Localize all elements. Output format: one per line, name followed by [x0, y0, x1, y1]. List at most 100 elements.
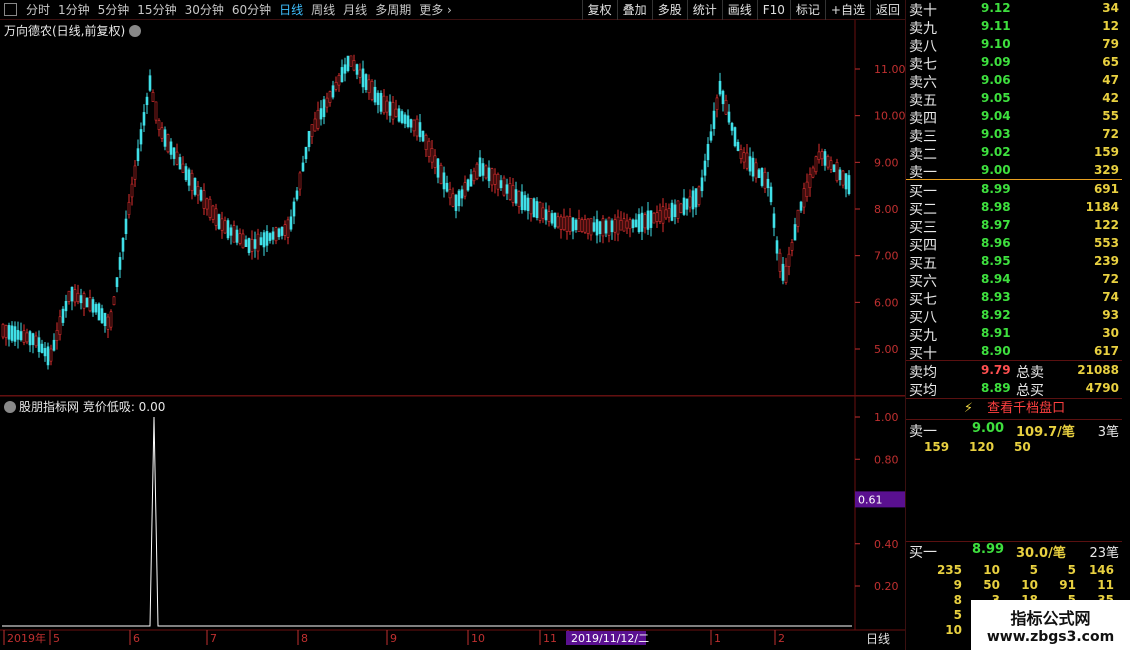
buy-level-row[interactable]: 买九 8.91 30 [906, 325, 1123, 344]
order-size: 8 [953, 593, 962, 607]
candle-body [367, 79, 371, 94]
sell-level-row[interactable]: 卖六 9.06 47 [906, 72, 1123, 91]
candle-body [562, 216, 566, 231]
candle-body [661, 206, 665, 224]
sell-level-row[interactable]: 卖四 9.04 55 [906, 108, 1123, 127]
candle-body [190, 172, 194, 191]
candle-body [454, 194, 458, 211]
candle-body [184, 166, 188, 181]
candle-body [430, 148, 434, 163]
candle-body [172, 147, 176, 159]
candle-body [322, 99, 326, 118]
buy-level-row[interactable]: 买二 8.98 1184 [906, 199, 1123, 218]
candle-body [778, 252, 782, 272]
order-size: 235 [936, 563, 962, 577]
level-label: 买四 [909, 238, 937, 254]
level-label: 买九 [909, 328, 937, 344]
candle-body [757, 169, 761, 178]
x-tick-label: 2 [778, 632, 785, 645]
buy-level-row[interactable]: 买四 8.96 553 [906, 235, 1123, 254]
candle-body [499, 180, 503, 189]
total-value: 21088 [1077, 363, 1119, 377]
x-tick-label: 1 [714, 632, 721, 645]
price-tick-label: 6.00 [874, 296, 899, 309]
candle-body [790, 242, 794, 251]
candle-body [763, 171, 767, 189]
dropdown-icon[interactable] [4, 401, 16, 413]
candle-body [664, 209, 668, 219]
sell-level-row[interactable]: 卖十 9.12 34 [906, 0, 1123, 19]
sell-level-row[interactable]: 卖二 9.02 159 [906, 144, 1123, 163]
buy-level-row[interactable]: 买一 8.99 691 [906, 181, 1123, 200]
candle-body [766, 178, 770, 189]
candle-body [523, 195, 527, 211]
candle-body [841, 170, 845, 186]
level-volume: 30 [1102, 326, 1119, 340]
candle-body [73, 289, 77, 303]
detail-count: 3笔 [1097, 425, 1119, 440]
candle-body [589, 217, 593, 236]
candle-body [625, 220, 629, 229]
level-label: 买二 [909, 202, 937, 218]
candle-body [655, 212, 659, 222]
candle-body [193, 177, 197, 195]
candle-body [106, 316, 110, 330]
x-tick-label: 6 [133, 632, 140, 645]
candle-body [745, 152, 749, 169]
candle-body [340, 67, 344, 83]
candle-body [532, 198, 536, 218]
order-queue-link[interactable]: ⚡ 查看千档盘口 [906, 398, 1123, 420]
candle-body [358, 69, 362, 78]
level-label: 买七 [909, 292, 937, 308]
candle-body [139, 129, 143, 145]
sell-level-row[interactable]: 卖五 9.05 42 [906, 90, 1123, 109]
candle-body [316, 109, 320, 129]
buy-level-row[interactable]: 买六 8.94 72 [906, 271, 1123, 290]
candle-body [493, 173, 497, 185]
candle-body [28, 331, 32, 346]
candle-body [280, 226, 284, 236]
candle-body [544, 209, 548, 221]
buy-level-row[interactable]: 买七 8.93 74 [906, 289, 1123, 308]
buy-level-row[interactable]: 买五 8.95 239 [906, 253, 1123, 272]
candle-body [289, 216, 293, 230]
candle-body [472, 170, 476, 182]
sell-level-row[interactable]: 卖八 9.10 79 [906, 36, 1123, 55]
sell-level-row[interactable]: 卖三 9.03 72 [906, 126, 1123, 145]
buy-level-row[interactable]: 买八 8.92 93 [906, 307, 1123, 326]
candle-body [22, 330, 26, 343]
level-price: 9.00 [981, 163, 1011, 177]
candle-body [619, 220, 623, 231]
candle-body [244, 239, 248, 248]
candle-body [52, 339, 56, 351]
sell-level-row[interactable]: 卖一 9.00 329 [906, 162, 1123, 181]
candle-body [304, 146, 308, 160]
level-volume: 617 [1093, 344, 1119, 358]
candle-body [730, 122, 734, 131]
avg-price: 8.89 [981, 381, 1011, 395]
sell-level-row[interactable]: 卖九 9.11 12 [906, 18, 1123, 37]
candle-body [559, 216, 563, 230]
candle-body [169, 141, 173, 155]
order-size: 9 [953, 578, 962, 592]
candle-body [787, 253, 791, 267]
candle-body [355, 64, 359, 75]
order-size: 5 [1029, 563, 1038, 577]
candle-body [460, 189, 464, 199]
candle-body [202, 190, 206, 209]
candle-body [679, 203, 683, 214]
candle-body [802, 188, 806, 208]
level-volume: 159 [1093, 145, 1119, 159]
candle-body [160, 127, 164, 139]
candle-body [478, 157, 482, 177]
candle-body [295, 190, 299, 200]
candle-body [175, 151, 179, 165]
buy-level-row[interactable]: 买三 8.97 122 [906, 217, 1123, 236]
level-price: 8.93 [981, 290, 1011, 304]
buy-level-row[interactable]: 买十 8.90 617 [906, 343, 1123, 362]
candle-body [604, 220, 608, 234]
level-label: 卖七 [909, 57, 937, 73]
candle-body [703, 160, 707, 176]
level-label: 买八 [909, 310, 937, 326]
sell-level-row[interactable]: 卖七 9.09 65 [906, 54, 1123, 73]
